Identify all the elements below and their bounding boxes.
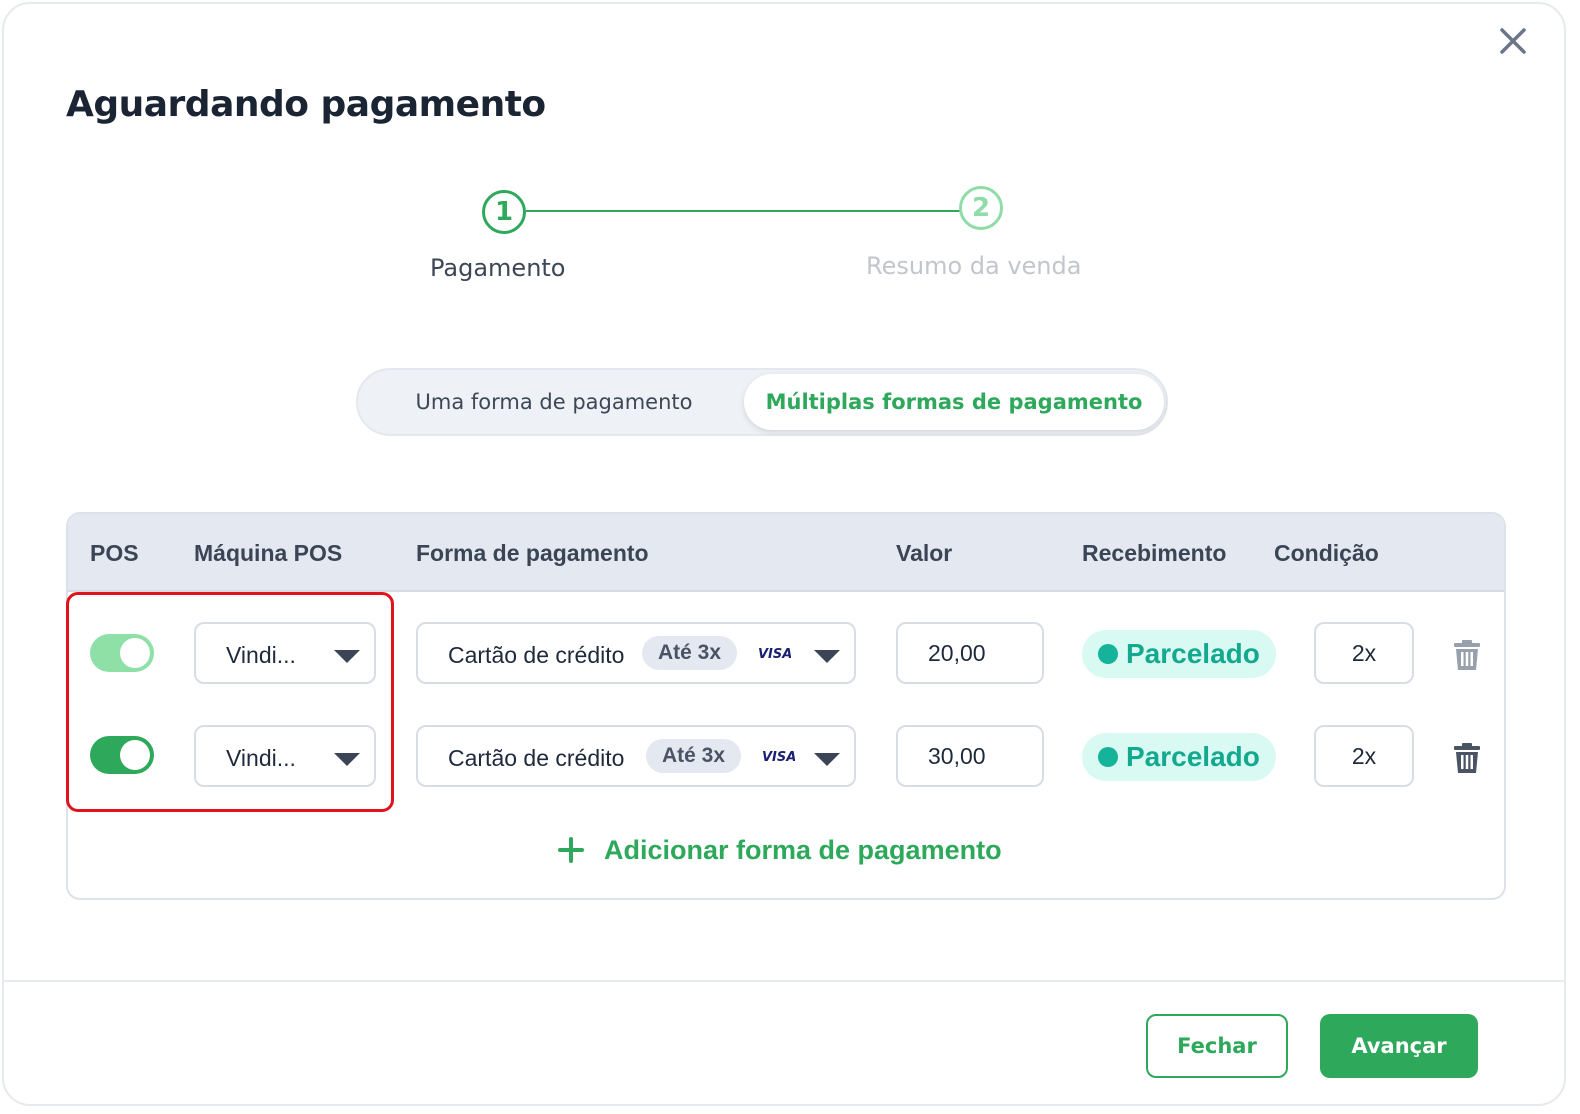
chevron-down-icon bbox=[334, 753, 360, 766]
payment-method-value: Cartão de crédito bbox=[448, 745, 625, 771]
chevron-down-icon bbox=[814, 753, 840, 766]
payment-method-select[interactable]: Cartão de crédito Até 3x VISA bbox=[416, 725, 856, 787]
status-dot bbox=[1098, 747, 1118, 767]
status-dot bbox=[1098, 644, 1118, 664]
column-header-condition: Condição bbox=[1274, 540, 1379, 566]
column-header-value: Valor bbox=[896, 540, 953, 566]
pos-machine-select[interactable]: Vindi... bbox=[194, 725, 376, 787]
payment-method-value: Cartão de crédito bbox=[448, 642, 625, 668]
payment-method-select[interactable]: Cartão de crédito Até 3x VISA bbox=[416, 622, 856, 684]
pos-machine-value: Vindi... bbox=[226, 745, 296, 771]
installments-badge: Até 3x bbox=[646, 739, 742, 773]
condition-input[interactable]: 2x bbox=[1314, 725, 1414, 787]
stepper-line bbox=[526, 210, 960, 212]
visa-icon: VISA bbox=[752, 636, 796, 670]
pos-machine-select[interactable]: Vindi... bbox=[194, 622, 376, 684]
page-title: Aguardando pagamento bbox=[66, 84, 546, 125]
plus-icon bbox=[556, 835, 586, 865]
close-icon bbox=[1500, 28, 1526, 54]
step-1-circle: 1 bbox=[482, 190, 526, 234]
pos-machine-value: Vindi... bbox=[226, 642, 296, 668]
payment-modal: Aguardando pagamento 1 2 Pagamento Resum… bbox=[2, 2, 1566, 1106]
tab-single-payment[interactable]: Uma forma de pagamento bbox=[364, 374, 744, 430]
table-header: POS Máquina POS Forma de pagamento Valor… bbox=[68, 514, 1504, 592]
delete-row-button[interactable] bbox=[1454, 640, 1480, 670]
status-label: Parcelado bbox=[1126, 638, 1260, 669]
status-badge: Parcelado bbox=[1082, 630, 1276, 678]
add-payment-button[interactable]: Adicionar forma de pagamento bbox=[556, 830, 1002, 870]
close-modal-button[interactable]: Fechar bbox=[1146, 1014, 1288, 1078]
value-input[interactable]: 30,00 bbox=[896, 725, 1044, 787]
step-2-circle: 2 bbox=[959, 186, 1003, 230]
chevron-down-icon bbox=[334, 650, 360, 663]
next-button[interactable]: Avançar bbox=[1320, 1014, 1478, 1078]
column-header-method: Forma de pagamento bbox=[416, 540, 649, 566]
pos-toggle[interactable] bbox=[90, 736, 154, 774]
svg-text:VISA: VISA bbox=[762, 750, 795, 763]
column-header-machine: Máquina POS bbox=[194, 540, 343, 566]
delete-row-button[interactable] bbox=[1454, 743, 1480, 773]
tab-multiple-payments[interactable]: Múltiplas formas de pagamento bbox=[744, 374, 1164, 430]
column-header-receipt: Recebimento bbox=[1082, 540, 1227, 566]
installments-badge: Até 3x bbox=[642, 636, 738, 670]
pos-toggle[interactable] bbox=[90, 634, 154, 672]
status-label: Parcelado bbox=[1126, 741, 1260, 772]
chevron-down-icon bbox=[814, 650, 840, 663]
step-2-label: Resumo da venda bbox=[866, 252, 1082, 280]
value-input[interactable]: 20,00 bbox=[896, 622, 1044, 684]
add-payment-label: Adicionar forma de pagamento bbox=[604, 834, 1002, 865]
payment-mode-toggle: Uma forma de pagamento Múltiplas formas … bbox=[356, 368, 1168, 436]
trash-icon bbox=[1454, 640, 1480, 670]
step-1-label: Pagamento bbox=[430, 254, 566, 282]
visa-icon: VISA bbox=[756, 739, 800, 773]
svg-text:VISA: VISA bbox=[758, 647, 791, 660]
trash-icon bbox=[1454, 743, 1480, 773]
column-header-pos: POS bbox=[90, 540, 139, 566]
status-badge: Parcelado bbox=[1082, 733, 1276, 781]
close-button[interactable] bbox=[1494, 22, 1532, 60]
footer-divider bbox=[4, 980, 1564, 982]
condition-input[interactable]: 2x bbox=[1314, 622, 1414, 684]
